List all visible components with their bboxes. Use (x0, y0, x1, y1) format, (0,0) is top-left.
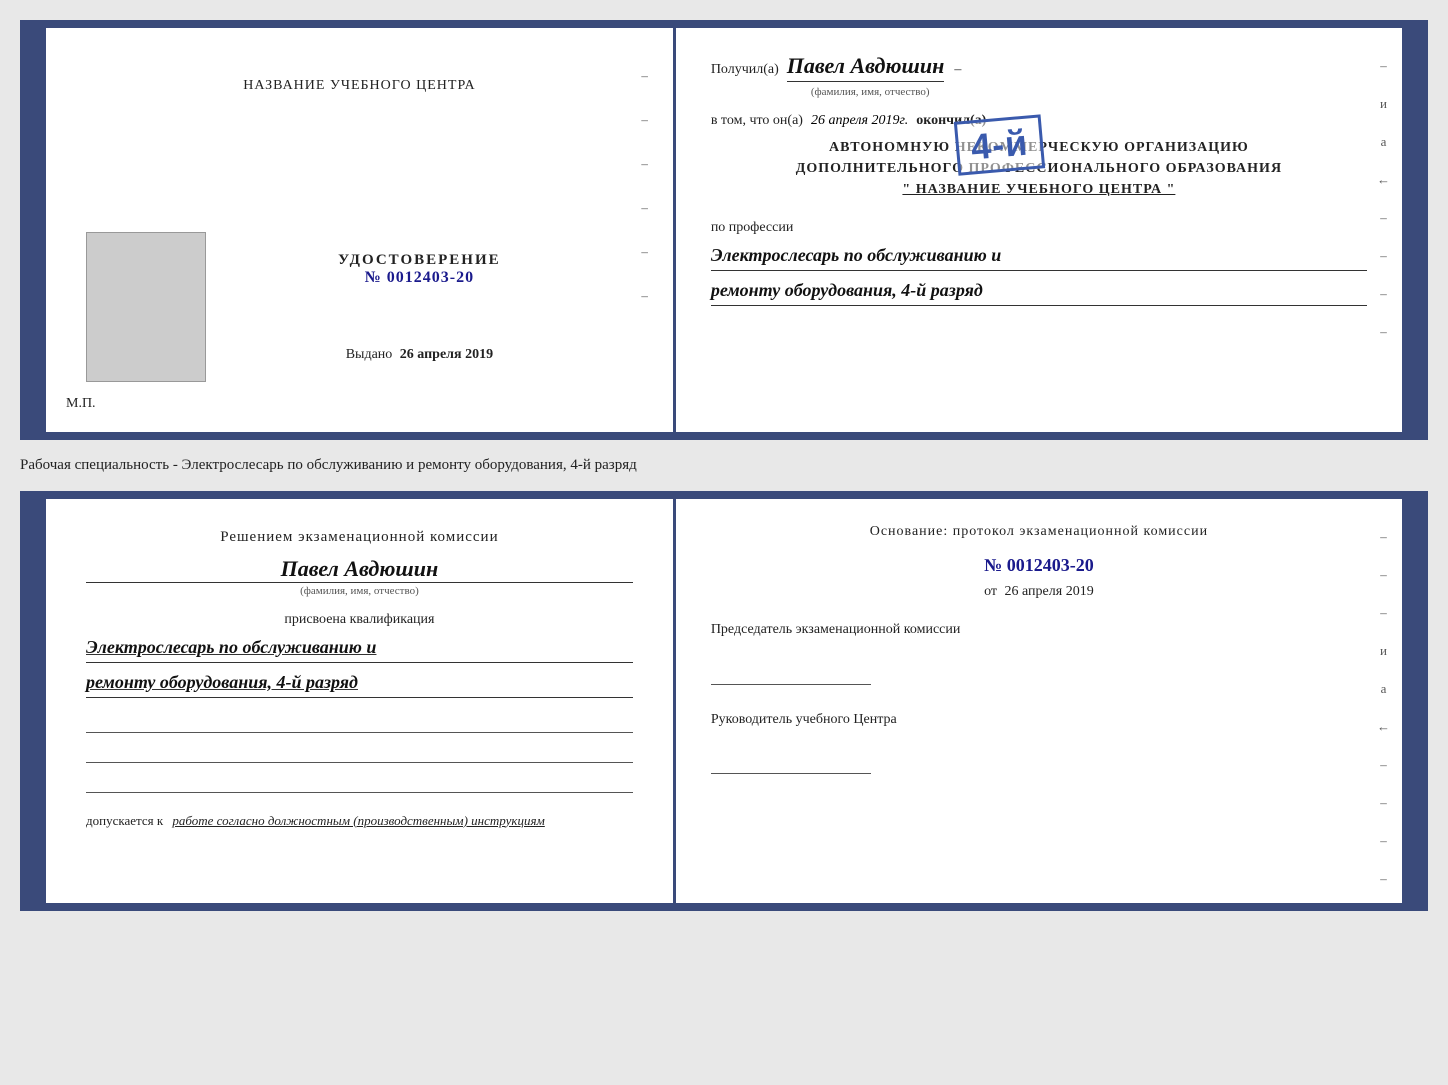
right-deco-b3: – (1380, 605, 1387, 621)
right-deco-b7: – (1380, 757, 1387, 773)
right-deco-b2: – (1380, 567, 1387, 583)
from-date-line: от 26 апреля 2019 (711, 584, 1367, 600)
document-top: НАЗВАНИЕ УЧЕБНОГО ЦЕНТРА УДОСТОВЕРЕНИЕ №… (20, 20, 1428, 440)
side-deco-2: – (641, 112, 648, 128)
top-right-page: Получил(а) Павел Авдюшин – (фамилия, имя… (676, 28, 1402, 432)
name-subtitle-bottom: (фамилия, имя, отчество) (86, 585, 633, 597)
right-deco-1: – (1380, 58, 1387, 74)
side-deco-1: – (641, 68, 648, 84)
right-deco-7: – (1380, 286, 1387, 302)
right-deco-b10: – (1380, 871, 1387, 887)
allowed-line: допускается к работе согласно должностны… (86, 813, 633, 829)
top-left-page: НАЗВАНИЕ УЧЕБНОГО ЦЕНТРА УДОСТОВЕРЕНИЕ №… (46, 28, 676, 432)
qualification-text2: ремонту оборудования, 4-й разряд (86, 668, 633, 698)
right-deco-8: – (1380, 324, 1387, 340)
official-block-1: Председатель экзаменационной комиссии (711, 620, 1367, 685)
received-prefix: Получил(а) (711, 62, 779, 78)
stamp-line3: " НАЗВАНИЕ УЧЕБНОГО ЦЕНТРА " (711, 179, 1367, 200)
cert-number: № 0012403-20 (338, 269, 501, 287)
chairman-sign-line (711, 655, 871, 685)
right-deco-5: – (1380, 210, 1387, 226)
cert-block: УДОСТОВЕРЕНИЕ № 0012403-20 (338, 252, 501, 287)
issued-date: 26 апреля 2019 (400, 347, 493, 362)
cert-title: УДОСТОВЕРЕНИЕ (338, 252, 501, 269)
document-bottom: Решением экзаменационной комиссии Павел … (20, 491, 1428, 911)
stamp-overlay: 4-й (954, 114, 1046, 175)
person-name-bottom: Павел Авдюшин (86, 556, 633, 583)
qualification-text1: Электрослесарь по обслуживанию и (86, 633, 633, 663)
from-date: 26 апреля 2019 (1005, 584, 1094, 599)
mp-label: М.П. (66, 396, 96, 412)
side-deco-4: – (641, 200, 648, 216)
blank-line-1 (86, 708, 633, 733)
profession-text2: ремонту оборудования, 4-й разряд (711, 276, 1367, 306)
director-title: Руководитель учебного Центра (711, 710, 1367, 730)
decision-title: Решением экзаменационной комиссии (86, 529, 633, 546)
page-wrapper: НАЗВАНИЕ УЧЕБНОГО ЦЕНТРА УДОСТОВЕРЕНИЕ №… (20, 20, 1428, 911)
right-deco-b4: и (1380, 643, 1387, 659)
right-deco-2: и (1380, 96, 1387, 112)
chairman-title: Председатель экзаменационной комиссии (711, 620, 1367, 640)
basis-number: № 0012403-20 (711, 555, 1367, 576)
side-deco-6: – (641, 288, 648, 304)
issued-prefix: Выдано (346, 347, 393, 362)
right-deco-b8: – (1380, 795, 1387, 811)
in-that-prefix: в том, что он(а) (711, 113, 803, 129)
right-deco-b5: а (1381, 681, 1387, 697)
right-deco-4: ← (1377, 172, 1390, 188)
photo-placeholder (86, 232, 206, 382)
allowed-text: работе согласно должностным (производств… (172, 813, 544, 828)
right-deco-b6: ← (1377, 719, 1390, 735)
in-that-date: 26 апреля 2019г. (811, 113, 908, 129)
official-block-2: Руководитель учебного Центра (711, 710, 1367, 775)
blank-lines (86, 708, 633, 793)
center-title: НАЗВАНИЕ УЧЕБНОГО ЦЕНТРА (243, 78, 475, 94)
right-deco-6: – (1380, 248, 1387, 264)
right-deco-3: а (1381, 134, 1387, 150)
issued-line: Выдано 26 апреля 2019 (346, 347, 493, 363)
side-deco-3: – (641, 156, 648, 172)
profession-prefix: по профессии (711, 220, 1367, 236)
qualification-label: присвоена квалификация (86, 612, 633, 628)
middle-label: Рабочая специальность - Электрослесарь п… (20, 452, 1428, 479)
blank-line-2 (86, 738, 633, 763)
profession-text1: Электрослесарь по обслуживанию и (711, 241, 1367, 271)
stamp-grade: 4-й (969, 125, 1029, 166)
side-deco-5: – (641, 244, 648, 260)
from-prefix: от (984, 584, 997, 599)
blank-line-3 (86, 768, 633, 793)
left-spine (28, 28, 46, 432)
director-sign-line (711, 744, 871, 774)
basis-title: Основание: протокол экзаменационной коми… (711, 524, 1367, 540)
left-spine-bottom (28, 499, 46, 903)
received-name: Павел Авдюшин (787, 53, 945, 82)
right-spine-top (1402, 28, 1420, 432)
allowed-prefix: допускается к (86, 813, 163, 828)
right-spine-bottom (1402, 499, 1420, 903)
right-deco-b1: – (1380, 529, 1387, 545)
right-deco-b9: – (1380, 833, 1387, 849)
bottom-right-page: Основание: протокол экзаменационной коми… (676, 499, 1402, 903)
name-subtitle-top: (фамилия, имя, отчество) (811, 86, 1367, 98)
bottom-left-page: Решением экзаменационной комиссии Павел … (46, 499, 676, 903)
